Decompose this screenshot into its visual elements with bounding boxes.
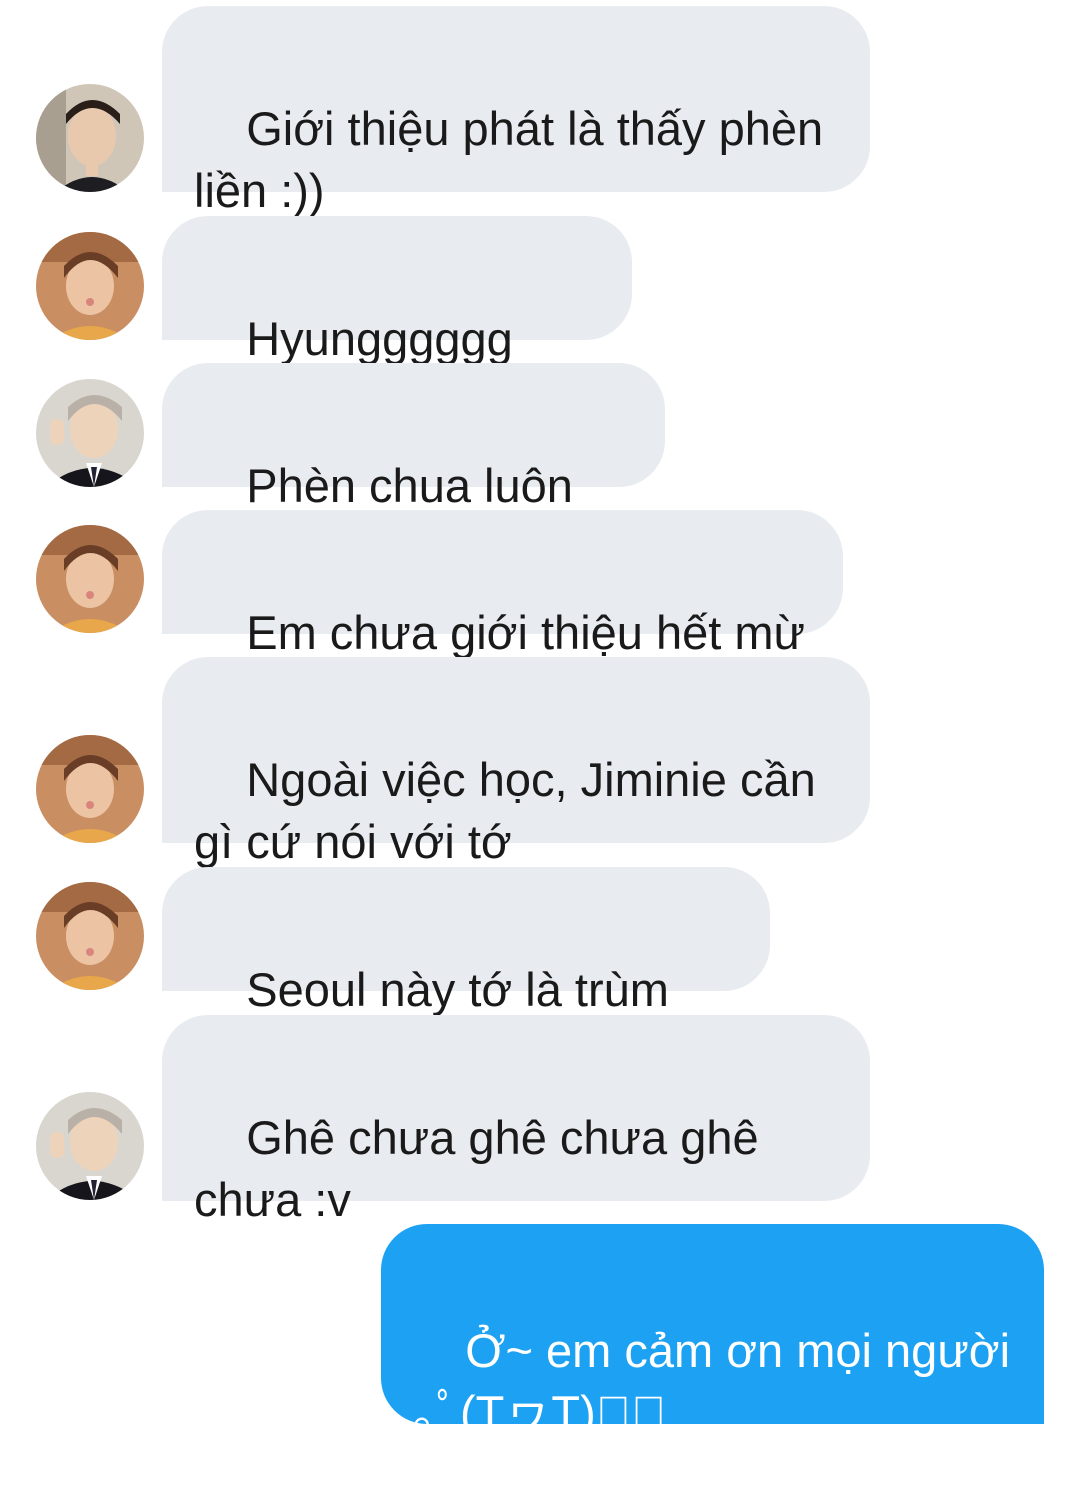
avatar-v[interactable] <box>36 525 144 633</box>
received-message-bubble[interactable]: Hyungggggg <box>162 216 632 429</box>
avatar-jin[interactable] <box>36 84 144 192</box>
message-text: Hyungggggg <box>246 312 513 365</box>
message-text: Giới thiệu phát là thấy phèn liền :)) <box>194 102 824 217</box>
received-message-bubble[interactable]: Em chưa giới thiệu hết mừ <box>162 510 843 659</box>
sent-message-bubble[interactable]: Ở~ em cảm ơn mọi người ｡ﾟ(TヮT)ﾟ｡ <box>381 1224 1044 1439</box>
message-text: Ghê chưa ghê chưa ghê chưa :v <box>194 1111 759 1226</box>
message-text: Seoul này tớ là trùm <box>246 963 669 1016</box>
avatar-v[interactable] <box>36 735 144 843</box>
message-text: Em chưa giới thiệu hết mừ <box>246 606 805 659</box>
avatar-v[interactable] <box>36 882 144 990</box>
received-message-bubble[interactable]: Ngoài việc học, Jiminie cần gì cứ nói vớ… <box>162 657 870 868</box>
avatar-rm[interactable] <box>36 379 144 487</box>
received-message-bubble[interactable]: Giới thiệu phát là thấy phèn liền :)) <box>162 6 870 217</box>
message-text: Ngoài việc học, Jiminie cần gì cứ nói vớ… <box>194 753 816 868</box>
message-text: Phèn chua luôn <box>246 459 573 512</box>
received-message-bubble[interactable]: Seoul này tớ là trùm <box>162 867 770 1080</box>
avatar-rm[interactable] <box>36 1092 144 1200</box>
received-message-bubble[interactable]: Ghê chưa ghê chưa ghê chưa :v <box>162 1015 870 1226</box>
message-text: Ở~ em cảm ơn mọi người ｡ﾟ(TヮT)ﾟ｡ <box>413 1324 1011 1439</box>
avatar-v[interactable] <box>36 232 144 340</box>
received-message-bubble[interactable]: Phèn chua luôn <box>162 363 665 576</box>
